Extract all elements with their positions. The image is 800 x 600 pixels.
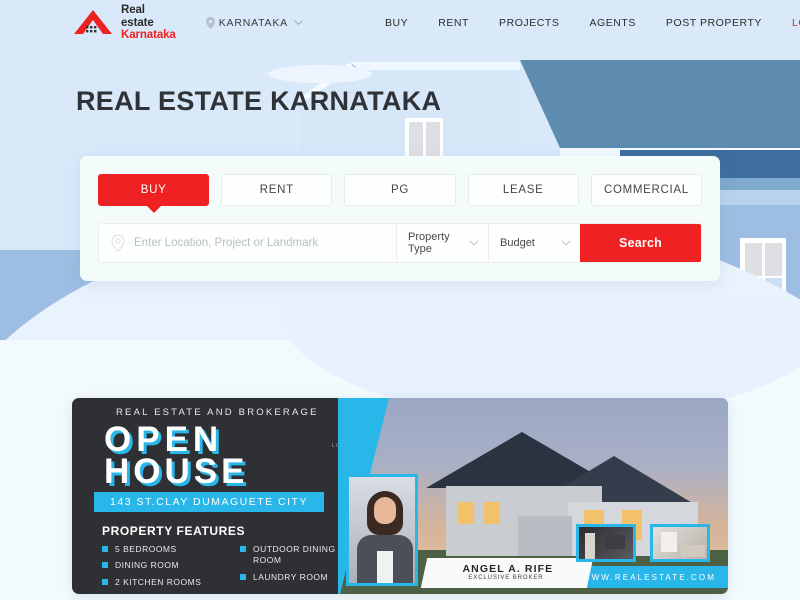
feature-label: 2 KITCHEN ROOMS [115, 576, 202, 587]
main-navigation: BUY RENT PROJECTS AGENTS POST PROPERTY L… [385, 17, 800, 29]
thumb-detail [585, 533, 595, 559]
search-category-tabs: BUY RENT PG LEASE COMMERCIAL [80, 156, 720, 213]
list-item: 5 BEDROOMS [102, 544, 224, 555]
nav-item-projects[interactable]: PROJECTS [499, 17, 559, 29]
tab-buy[interactable]: BUY [98, 174, 210, 213]
thumb-detail [681, 545, 705, 557]
banner-address: 143 ST.CLAY DUMAGUETE CITY [94, 492, 324, 512]
location-pin-icon [205, 17, 215, 29]
list-item: 2 KITCHEN ROOMS [102, 577, 224, 588]
photo-window [484, 502, 500, 524]
bullet-icon [240, 546, 246, 552]
features-column-1: 5 BEDROOMS DINING ROOM 2 KITCHEN ROOMS [102, 544, 224, 593]
agent-role: EXCLUSIVE BROKER [468, 575, 544, 581]
list-item: DINING ROOM [102, 560, 224, 571]
thumb-detail [661, 532, 677, 552]
tab-commercial[interactable]: COMMERCIAL [590, 174, 703, 206]
property-type-label: Property Type [408, 231, 450, 255]
agent-photo [346, 474, 418, 586]
interior-thumbnail-2 [650, 524, 710, 562]
feature-label: DINING ROOM [115, 560, 180, 571]
feature-label: LAUNDRY ROOM [253, 571, 329, 582]
search-row: Property Type Budget Search [98, 223, 702, 263]
house-roof-icon [72, 8, 114, 38]
bullet-icon [240, 573, 246, 580]
avatar-face [374, 497, 396, 524]
property-search-card: BUY RENT PG LEASE COMMERCIAL Property Ty… [80, 156, 720, 281]
budget-label: Budget [500, 237, 535, 249]
location-label: KARNATAKA [218, 17, 288, 29]
logo-line-1: Real estate [121, 3, 154, 29]
banner-kicker: REAL ESTATE AND BROKERAGE [116, 407, 319, 418]
bullet-icon [102, 578, 108, 585]
page-title: REAL ESTATE KARNATAKA [76, 86, 442, 116]
banner-features-title: PROPERTY FEATURES [102, 524, 246, 538]
bullet-icon [102, 546, 108, 552]
search-button[interactable]: Search [580, 224, 701, 262]
interior-thumbnail-1 [576, 524, 636, 562]
agent-name: ANGEL A. RIFE [462, 563, 554, 575]
avatar-shirt [377, 551, 393, 583]
logo-line-2: Karnataka [121, 29, 176, 42]
thumb-detail [605, 535, 625, 549]
banner-house-photo: ANGEL A. RIFE EXCLUSIVE BROKER WWW.REALE… [338, 398, 728, 594]
tab-pg[interactable]: PG [344, 174, 456, 206]
nav-item-post-property[interactable]: POST PROPERTY [666, 17, 762, 29]
property-type-dropdown[interactable]: Property Type [396, 224, 488, 262]
photo-garage-door [518, 516, 572, 556]
tab-rent[interactable]: RENT [221, 174, 333, 206]
location-selector[interactable]: KARNATAKA [205, 17, 303, 29]
tab-lease[interactable]: LEASE [467, 174, 579, 206]
open-house-banner[interactable]: REAL ESTATE AND BROKERAGE OPEN HOUSE 143… [72, 398, 728, 594]
nav-item-login[interactable]: LOGIN [792, 17, 800, 29]
search-input[interactable] [134, 237, 396, 249]
chevron-down-icon [561, 240, 571, 246]
agent-nameplate: ANGEL A. RIFE EXCLUSIVE BROKER [420, 558, 594, 588]
budget-dropdown[interactable]: Budget [488, 224, 580, 262]
site-header: Real estate Karnataka KARNATAKA BUY RENT… [0, 0, 800, 46]
location-pin-icon [111, 234, 125, 252]
banner-title-line-2: HOUSE [104, 452, 249, 491]
bullet-icon [102, 562, 108, 569]
site-logo[interactable]: Real estate Karnataka [72, 4, 176, 43]
nav-item-rent[interactable]: RENT [438, 17, 469, 29]
chevron-down-icon [294, 20, 303, 26]
photo-window [458, 502, 474, 524]
search-location-field[interactable] [99, 224, 396, 262]
banner-website: WWW.REALESTATE.COM [570, 566, 728, 588]
chevron-down-icon [469, 240, 479, 246]
nav-item-buy[interactable]: BUY [385, 17, 408, 29]
feature-label: 5 BEDROOMS [115, 544, 177, 554]
nav-item-agents[interactable]: AGENTS [589, 17, 635, 29]
